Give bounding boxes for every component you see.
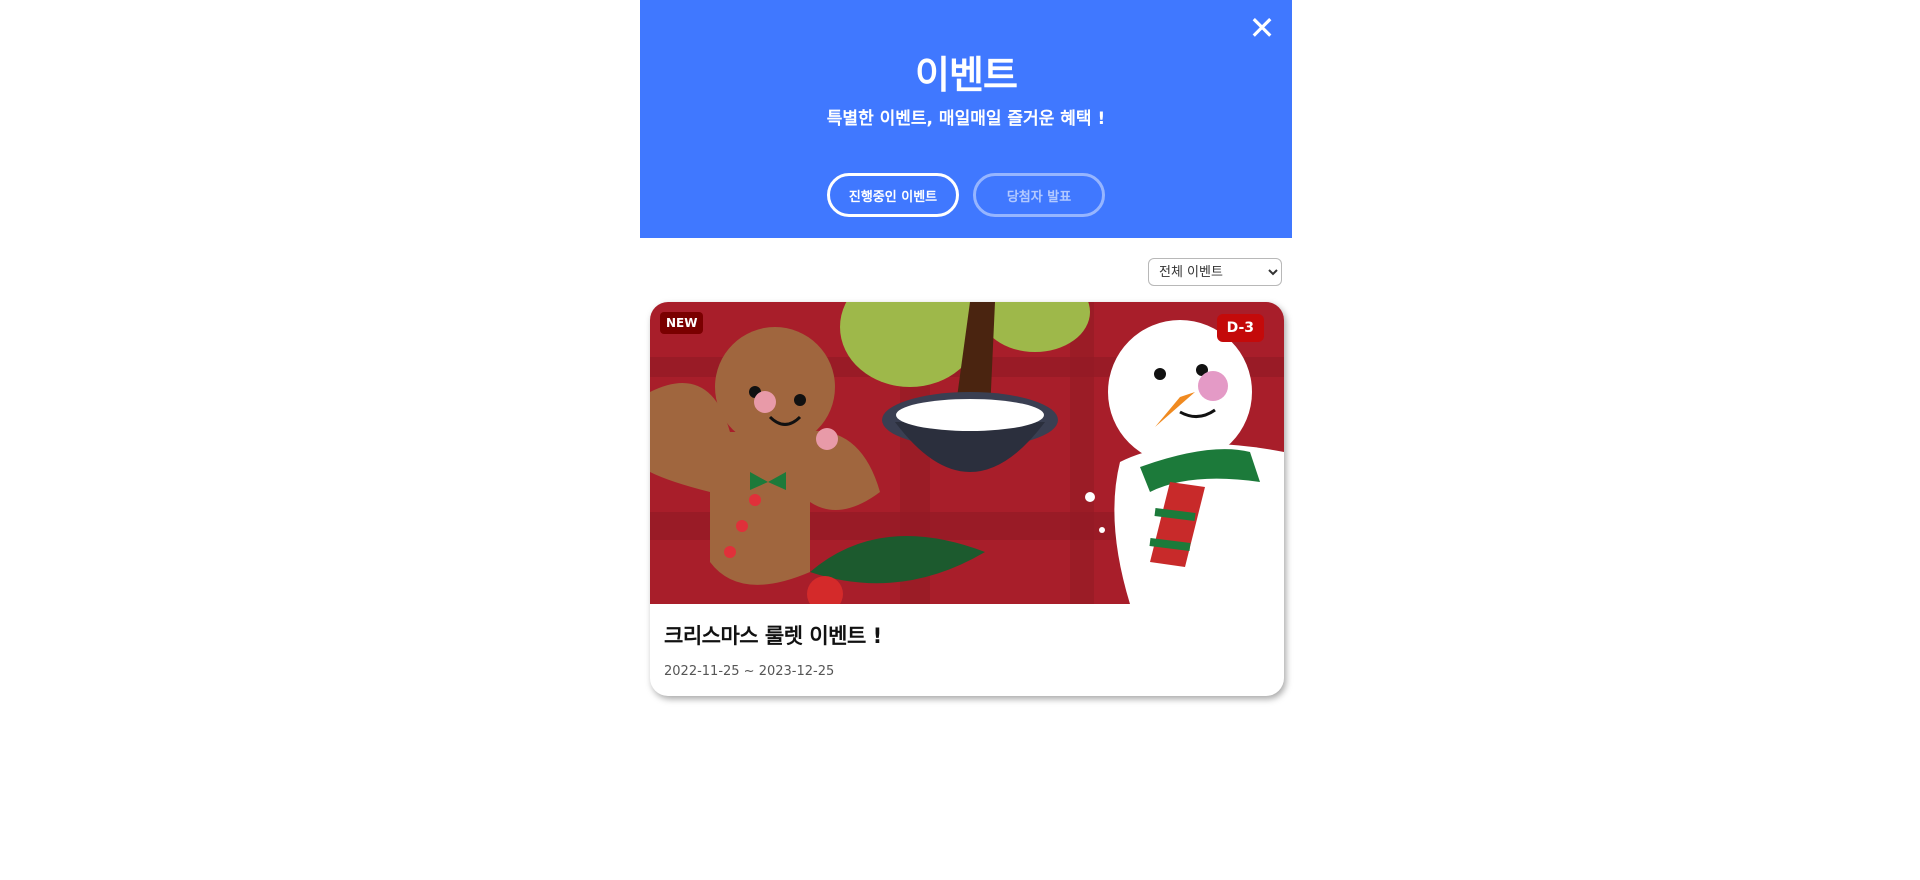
page-title: 이벤트 (915, 53, 1018, 97)
event-panel: ✕ 이벤트 특별한 이벤트, 매일매일 즐거운 혜택 ! 진행중인 이벤트 당첨… (640, 0, 1292, 880)
new-badge: NEW (660, 312, 704, 334)
event-card[interactable]: NEW D-3 크리스마스 룰렛 이벤트 ! 2022-11-25 ~ 2023… (650, 302, 1284, 696)
event-header: ✕ 이벤트 특별한 이벤트, 매일매일 즐거운 혜택 ! 진행중인 이벤트 당첨… (640, 0, 1292, 238)
event-title: 크리스마스 룰렛 이벤트 ! (664, 624, 882, 648)
close-button[interactable]: ✕ (1246, 12, 1278, 44)
christmas-illustration (650, 302, 1284, 604)
event-filter-select[interactable]: 전체 이벤트 (1148, 258, 1282, 286)
page-subtitle: 특별한 이벤트, 매일매일 즐거운 혜택 ! (826, 109, 1106, 129)
tab-ongoing-events[interactable]: 진행중인 이벤트 (827, 173, 959, 217)
event-date-range: 2022-11-25 ~ 2023-12-25 (664, 664, 835, 679)
event-banner-image: NEW D-3 (650, 302, 1284, 604)
d-day-badge: D-3 (1216, 314, 1264, 342)
filter-row: 전체 이벤트 (640, 238, 1292, 302)
event-tabs: 진행중인 이벤트 당첨자 발표 (640, 173, 1292, 217)
tab-winners[interactable]: 당첨자 발표 (973, 173, 1105, 217)
